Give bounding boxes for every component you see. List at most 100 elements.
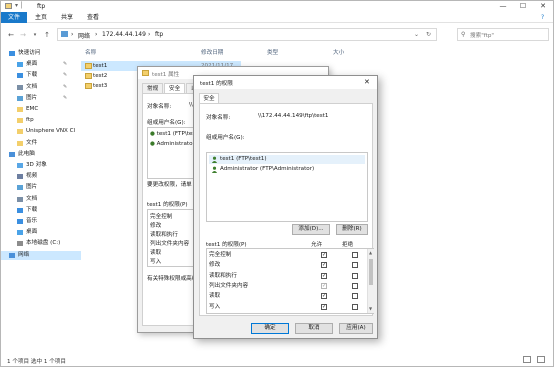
breadcrumb-host[interactable]: 172.44.44.149: [102, 31, 146, 38]
help-icon[interactable]: ?: [541, 14, 544, 21]
close-icon[interactable]: ✕: [364, 78, 370, 86]
column-type[interactable]: 类型: [267, 48, 278, 56]
tab-security[interactable]: 安全: [164, 83, 186, 93]
sidebar-item[interactable]: 视频: [1, 172, 81, 181]
user-label: Administrator: [156, 141, 195, 147]
pictures-icon: [17, 185, 23, 191]
sidebar-item[interactable]: EMC: [1, 105, 81, 114]
folder-icon: [142, 70, 149, 76]
tab-file[interactable]: 文件: [1, 12, 27, 23]
pin-icon: ✎: [63, 94, 68, 101]
up-icon[interactable]: ↑: [43, 31, 51, 39]
desktop-icon: [17, 230, 23, 236]
scroll-down-icon[interactable]: ▼: [369, 306, 372, 311]
sidebar-item-label: 快速访问: [18, 50, 41, 56]
large-icons-view-icon[interactable]: [537, 356, 545, 363]
folder-icon: [85, 73, 92, 79]
sidebar-item[interactable]: 下载: [1, 206, 81, 215]
user-icon: ●: [150, 141, 155, 147]
allow-checkbox[interactable]: ✓: [321, 303, 327, 310]
deny-checkbox[interactable]: [352, 282, 358, 289]
details-view-icon[interactable]: [523, 356, 531, 363]
tab-home[interactable]: 主页: [29, 12, 53, 23]
sidebar-item[interactable]: 文档: [1, 195, 81, 204]
sidebar-item[interactable]: ftp: [1, 116, 81, 125]
window-title: ftp: [37, 3, 46, 10]
pin-icon: ✎: [63, 61, 68, 68]
deny-checkbox[interactable]: [352, 303, 358, 310]
tab-share[interactable]: 共享: [55, 12, 79, 23]
tab-security[interactable]: 安全: [199, 93, 219, 103]
sidebar-item[interactable]: 桌面: [1, 228, 81, 237]
breadcrumb-ftp[interactable]: ftp: [155, 31, 163, 38]
sidebar-item-label: 视频: [26, 173, 38, 180]
sidebar-item[interactable]: 图片: [1, 183, 81, 192]
folder-icon: [17, 140, 23, 146]
sidebar-item-label: 桌面: [26, 61, 38, 68]
deny-checkbox[interactable]: [352, 262, 358, 269]
search-input[interactable]: ⚲ 搜索"ftp": [457, 28, 549, 41]
apply-button[interactable]: 应用(A): [339, 323, 373, 334]
sidebar-item[interactable]: 桌面 ✎: [1, 60, 81, 69]
address-bar[interactable]: › 网络 › 172.44.44.149 › ftp ⌄ ↻: [57, 28, 437, 41]
deny-checkbox[interactable]: [352, 272, 358, 279]
maximize-icon[interactable]: ☐: [513, 1, 533, 12]
sidebar-item[interactable]: 音乐: [1, 217, 81, 226]
remove-button[interactable]: 删除(R): [336, 224, 368, 235]
allow-checkbox[interactable]: ✓: [321, 272, 327, 279]
permission-name: 读取和执行: [150, 232, 178, 238]
minimize-icon[interactable]: —: [493, 1, 513, 12]
user-row[interactable]: ● Administrator: [150, 141, 195, 147]
recent-locations-icon[interactable]: ▾: [31, 31, 39, 39]
sidebar-item-label: EMC: [26, 106, 39, 112]
sidebar-item[interactable]: 网络: [1, 250, 81, 260]
forward-icon[interactable]: →: [19, 31, 27, 39]
column-name[interactable]: 名称: [85, 48, 96, 56]
cancel-button[interactable]: 取消: [295, 323, 333, 334]
sidebar-item-label: 音乐: [26, 218, 38, 224]
allow-checkbox[interactable]: ✓: [321, 293, 327, 300]
breadcrumb-network[interactable]: 网络: [78, 31, 90, 40]
scroll-up-icon[interactable]: ▲: [369, 250, 372, 255]
sidebar-item[interactable]: Unisphere VNX Cl: [1, 127, 81, 136]
allow-checkbox[interactable]: ✓: [321, 252, 327, 258]
user-row[interactable]: test1 (FTP\test1): [209, 155, 365, 164]
address-dropdown-icon[interactable]: ⌄: [414, 31, 419, 38]
sidebar-item[interactable]: 3D 对象: [1, 161, 81, 170]
network-icon: [61, 31, 68, 37]
back-icon[interactable]: ←: [7, 31, 15, 39]
quick-access-toolbar-icon[interactable]: ▾ │: [15, 2, 24, 9]
folder-icon: [5, 3, 12, 9]
column-size[interactable]: 大小: [333, 48, 344, 56]
sidebar-item[interactable]: 文档 ✎: [1, 83, 81, 92]
sidebar-item[interactable]: 快速访问: [1, 49, 81, 58]
deny-checkbox[interactable]: [352, 293, 358, 300]
group-user-list[interactable]: test1 (FTP\test1) Administrator (FTP\Admi…: [206, 152, 368, 222]
user-row[interactable]: ● test1 (FTP\tes: [150, 131, 195, 137]
tab-view[interactable]: 查看: [81, 12, 105, 23]
sidebar-item-label: 下载: [26, 72, 38, 79]
search-placeholder: 搜索"ftp": [470, 33, 494, 39]
sidebar-item[interactable]: 图片 ✎: [1, 94, 81, 103]
column-date[interactable]: 修改日期: [201, 48, 223, 56]
tab-general[interactable]: 常规: [142, 83, 164, 93]
scrollbar-thumb[interactable]: [369, 259, 373, 285]
sidebar-item[interactable]: 文件: [1, 139, 81, 148]
deny-checkbox[interactable]: [352, 252, 358, 258]
allow-checkbox[interactable]: ✓: [321, 282, 327, 289]
allow-checkbox[interactable]: ✓: [321, 262, 327, 269]
add-button[interactable]: 添加(D)...: [292, 224, 330, 235]
permission-name: 读取和执行: [209, 272, 237, 279]
user-row[interactable]: Administrator (FTP\Administrator): [209, 165, 365, 174]
close-icon[interactable]: ✕: [533, 1, 553, 12]
sidebar-item[interactable]: 本地磁盘 (C:): [1, 239, 81, 248]
sidebar-item[interactable]: 下载 ✎: [1, 71, 81, 80]
refresh-icon[interactable]: ↻: [426, 31, 431, 38]
group-list[interactable]: ● test1 (FTP\tes ● Administrator: [147, 127, 199, 179]
documents-icon: [17, 196, 23, 202]
ok-button[interactable]: 确定: [251, 323, 289, 334]
permission-name: 写入: [150, 259, 162, 265]
sidebar-item[interactable]: 此电脑: [1, 150, 81, 159]
folder-icon: [17, 129, 23, 135]
permissions-scrollbar[interactable]: ▲ ▼: [367, 249, 374, 313]
